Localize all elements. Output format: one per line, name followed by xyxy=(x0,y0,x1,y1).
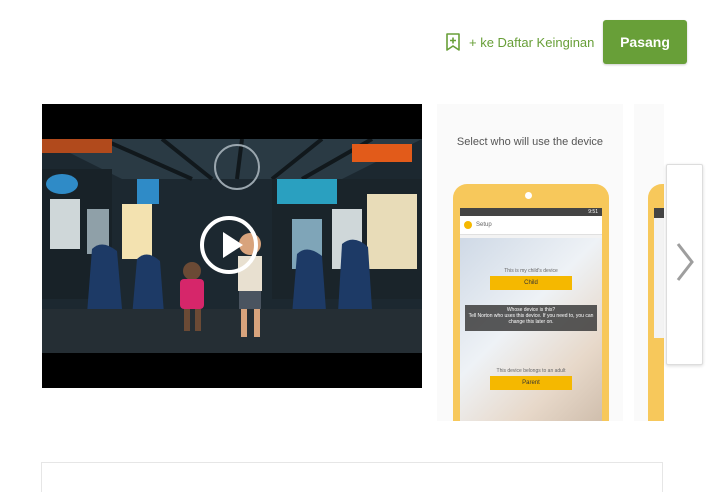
video-trailer[interactable] xyxy=(42,104,422,388)
chevron-right-icon xyxy=(673,240,697,289)
description-card xyxy=(41,462,663,492)
app-logo-icon xyxy=(464,221,472,229)
next-screenshot-button[interactable] xyxy=(666,164,703,365)
play-icon[interactable] xyxy=(200,216,258,274)
install-button[interactable]: Pasang xyxy=(603,20,687,64)
child-button: Child xyxy=(490,276,572,290)
phone-mockup: 9:51 Setup This is my child's device Chi… xyxy=(453,184,609,421)
status-time: 9:51 xyxy=(460,208,602,216)
add-to-wishlist-link[interactable]: + ke Daftar Keinginan xyxy=(445,33,594,51)
wishlist-label: + ke Daftar Keinginan xyxy=(469,34,595,50)
parent-button: Parent xyxy=(490,376,572,390)
bookmark-add-icon xyxy=(445,33,461,51)
prompt-explain: Tell Norton who uses this device. If you… xyxy=(468,313,594,325)
screenshot-1[interactable]: Select who will use the device 9:51 Setu… xyxy=(437,104,623,421)
appbar-title: Setup xyxy=(476,222,492,228)
prompt-child: This is my child's device xyxy=(504,268,558,274)
screenshot-2[interactable] xyxy=(634,104,664,421)
screenshot-caption: Select who will use the device xyxy=(456,136,604,148)
prompt-box: Whose device is this? Tell Norton who us… xyxy=(465,305,597,331)
prompt-parent: This device belongs to an adult xyxy=(496,368,566,374)
